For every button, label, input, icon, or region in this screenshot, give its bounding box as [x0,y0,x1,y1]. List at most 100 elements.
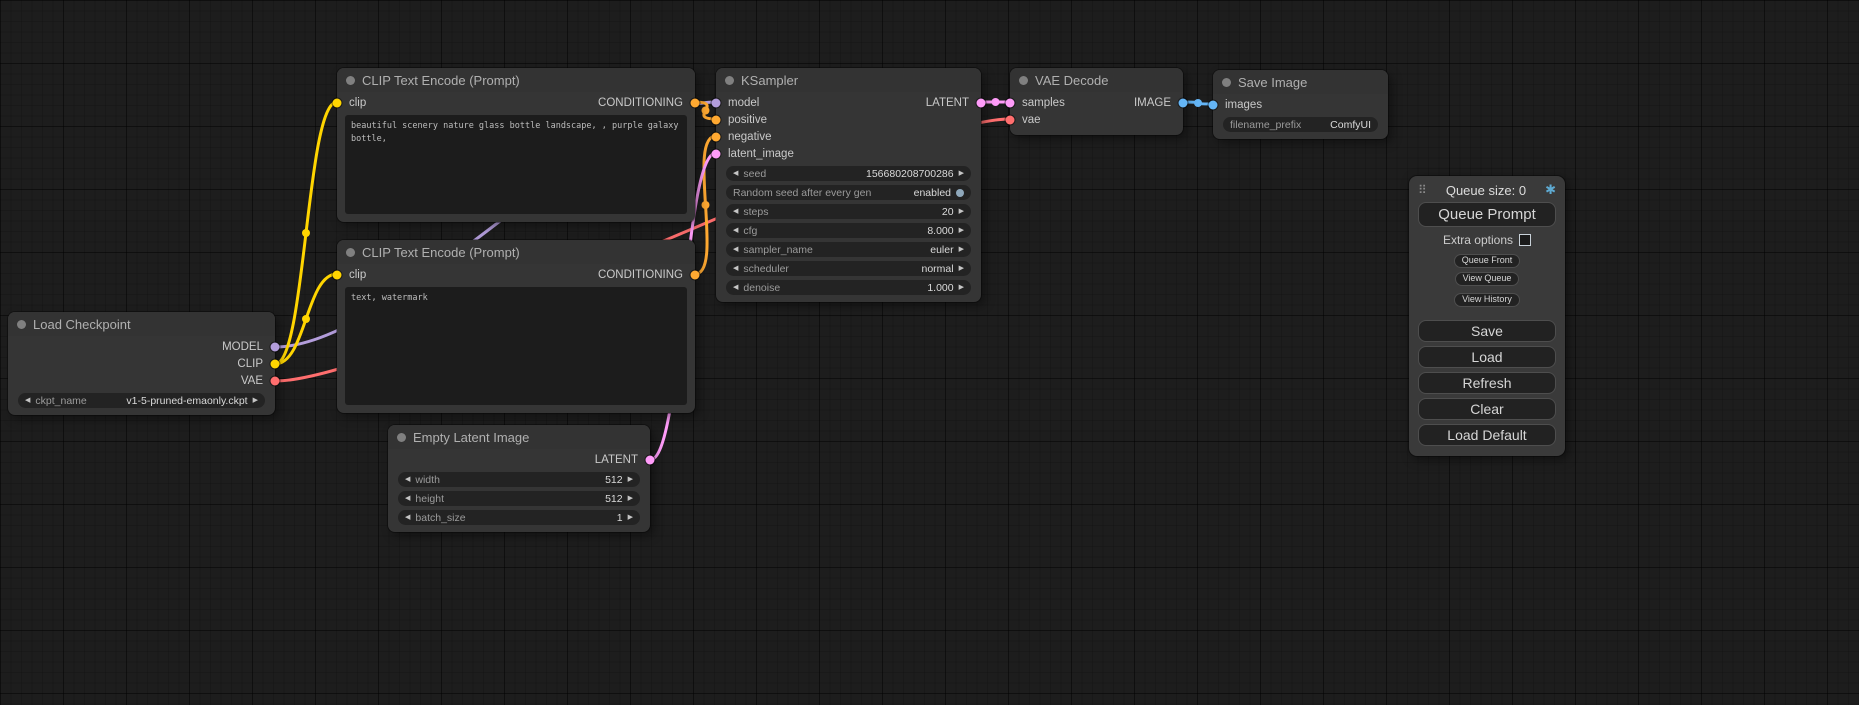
denoise-widget[interactable]: ◀ denoise 1.000 ▶ [726,280,971,295]
node-ksampler[interactable]: KSampler model LATENT positive negative … [716,68,981,302]
width-widget[interactable]: ◀ width 512 ▶ [398,472,640,487]
decrement-arrow-icon[interactable]: ◀ [733,246,738,253]
increment-arrow-icon[interactable]: ▶ [959,284,964,291]
ckpt-name-widget[interactable]: ◀ ckpt_name v1-5-pruned-emaonly.ckpt ▶ [18,393,265,408]
slot-row: LATENT [388,451,650,468]
decrement-arrow-icon[interactable]: ◀ [25,397,30,404]
node-title-bar[interactable]: VAE Decode [1010,68,1183,92]
output-port-vae[interactable] [271,376,280,385]
collapse-dot-icon[interactable] [725,76,734,85]
slot-row: images [1213,96,1388,113]
sampler-name-widget[interactable]: ◀ sampler_name euler ▶ [726,242,971,257]
widget-value: normal [922,263,954,275]
height-widget[interactable]: ◀ height 512 ▶ [398,491,640,506]
filename-prefix-widget[interactable]: filename_prefix ComfyUI [1223,117,1378,132]
node-load-checkpoint[interactable]: Load Checkpoint MODEL CLIP VAE ◀ ckpt_na… [8,312,275,415]
collapse-dot-icon[interactable] [1019,76,1028,85]
node-title-bar[interactable]: Load Checkpoint [8,312,275,336]
steps-widget[interactable]: ◀ steps 20 ▶ [726,204,971,219]
load-default-button[interactable]: Load Default [1418,424,1556,446]
settings-gear-icon[interactable]: ✱ [1545,182,1556,198]
extra-options-row: Extra options [1418,233,1556,247]
wire-midpoint-positive-conditioning [702,107,710,115]
output-port-image[interactable] [1179,98,1188,107]
output-port-clip[interactable] [271,359,280,368]
input-port-clip[interactable] [333,98,342,107]
input-port-model[interactable] [712,98,721,107]
node-title-bar[interactable]: CLIP Text Encode (Prompt) [337,240,695,264]
decrement-arrow-icon[interactable]: ◀ [733,208,738,215]
output-port-conditioning[interactable] [691,270,700,279]
node-empty-latent-image[interactable]: Empty Latent Image LATENT ◀ width 512 ▶ … [388,425,650,532]
wire-midpoint-samples [992,98,1000,106]
node-title-bar[interactable]: Empty Latent Image [388,425,650,449]
toggle-dot-icon[interactable] [956,189,964,197]
decrement-arrow-icon[interactable]: ◀ [733,170,738,177]
increment-arrow-icon[interactable]: ▶ [959,227,964,234]
collapse-dot-icon[interactable] [397,433,406,442]
input-port-latent-image[interactable] [712,149,721,158]
comfy-menu-panel[interactable]: ⠿ Queue size: 0 ✱ Queue Prompt Extra opt… [1409,176,1565,456]
negative-prompt-textarea[interactable]: text, watermark [345,287,687,405]
collapse-dot-icon[interactable] [346,248,355,257]
node-clip-text-encode-positive[interactable]: CLIP Text Encode (Prompt) clip CONDITION… [337,68,695,222]
node-graph-canvas[interactable]: Load Checkpoint MODEL CLIP VAE ◀ ckpt_na… [0,0,1859,705]
queue-prompt-button[interactable]: Queue Prompt [1418,202,1556,227]
scheduler-widget[interactable]: ◀ scheduler normal ▶ [726,261,971,276]
batch-size-widget[interactable]: ◀ batch_size 1 ▶ [398,510,640,525]
increment-arrow-icon[interactable]: ▶ [628,495,633,502]
extra-options-checkbox[interactable] [1519,234,1531,246]
widget-label: height [415,493,444,505]
queue-front-button[interactable]: Queue Front [1454,254,1521,268]
node-title-bar[interactable]: CLIP Text Encode (Prompt) [337,68,695,92]
slot-row: positive [716,111,981,128]
collapse-dot-icon[interactable] [1222,78,1231,87]
collapse-dot-icon[interactable] [346,76,355,85]
node-save-image[interactable]: Save Image images filename_prefix ComfyU… [1213,70,1388,139]
input-port-vae[interactable] [1006,115,1015,124]
collapse-dot-icon[interactable] [17,320,26,329]
increment-arrow-icon[interactable]: ▶ [959,208,964,215]
view-queue-button[interactable]: View Queue [1455,272,1520,286]
refresh-button[interactable]: Refresh [1418,372,1556,394]
clear-button[interactable]: Clear [1418,398,1556,420]
input-port-clip[interactable] [333,270,342,279]
input-port-negative[interactable] [712,132,721,141]
node-title-bar[interactable]: KSampler [716,68,981,92]
load-button[interactable]: Load [1418,346,1556,368]
increment-arrow-icon[interactable]: ▶ [959,265,964,272]
node-clip-text-encode-negative[interactable]: CLIP Text Encode (Prompt) clip CONDITION… [337,240,695,413]
increment-arrow-icon[interactable]: ▶ [628,514,633,521]
decrement-arrow-icon[interactable]: ◀ [733,265,738,272]
slot-row: clip CONDITIONING [337,266,695,283]
input-label-clip: clip [349,269,366,281]
decrement-arrow-icon[interactable]: ◀ [405,495,410,502]
increment-arrow-icon[interactable]: ▶ [959,246,964,253]
input-port-positive[interactable] [712,115,721,124]
output-port-latent[interactable] [977,98,986,107]
input-port-samples[interactable] [1006,98,1015,107]
increment-arrow-icon[interactable]: ▶ [253,397,258,404]
node-title-bar[interactable]: Save Image [1213,70,1388,94]
widget-value: 512 [605,474,623,486]
save-button[interactable]: Save [1418,320,1556,342]
node-vae-decode[interactable]: VAE Decode samples IMAGE vae [1010,68,1183,135]
seed-widget[interactable]: ◀ seed 156680208700286 ▶ [726,166,971,181]
decrement-arrow-icon[interactable]: ◀ [733,227,738,234]
decrement-arrow-icon[interactable]: ◀ [405,514,410,521]
output-port-latent[interactable] [646,455,655,464]
increment-arrow-icon[interactable]: ▶ [628,476,633,483]
view-history-button[interactable]: View History [1454,293,1520,307]
output-port-conditioning[interactable] [691,98,700,107]
input-port-images[interactable] [1209,100,1218,109]
decrement-arrow-icon[interactable]: ◀ [733,284,738,291]
drag-handle-icon[interactable]: ⠿ [1418,183,1427,197]
output-label-latent: LATENT [926,97,969,109]
output-port-model[interactable] [271,342,280,351]
input-label-samples: samples [1022,97,1065,109]
decrement-arrow-icon[interactable]: ◀ [405,476,410,483]
random-seed-toggle-widget[interactable]: Random seed after every gen enabled [726,185,971,200]
cfg-widget[interactable]: ◀ cfg 8.000 ▶ [726,223,971,238]
positive-prompt-textarea[interactable]: beautiful scenery nature glass bottle la… [345,115,687,214]
increment-arrow-icon[interactable]: ▶ [959,170,964,177]
